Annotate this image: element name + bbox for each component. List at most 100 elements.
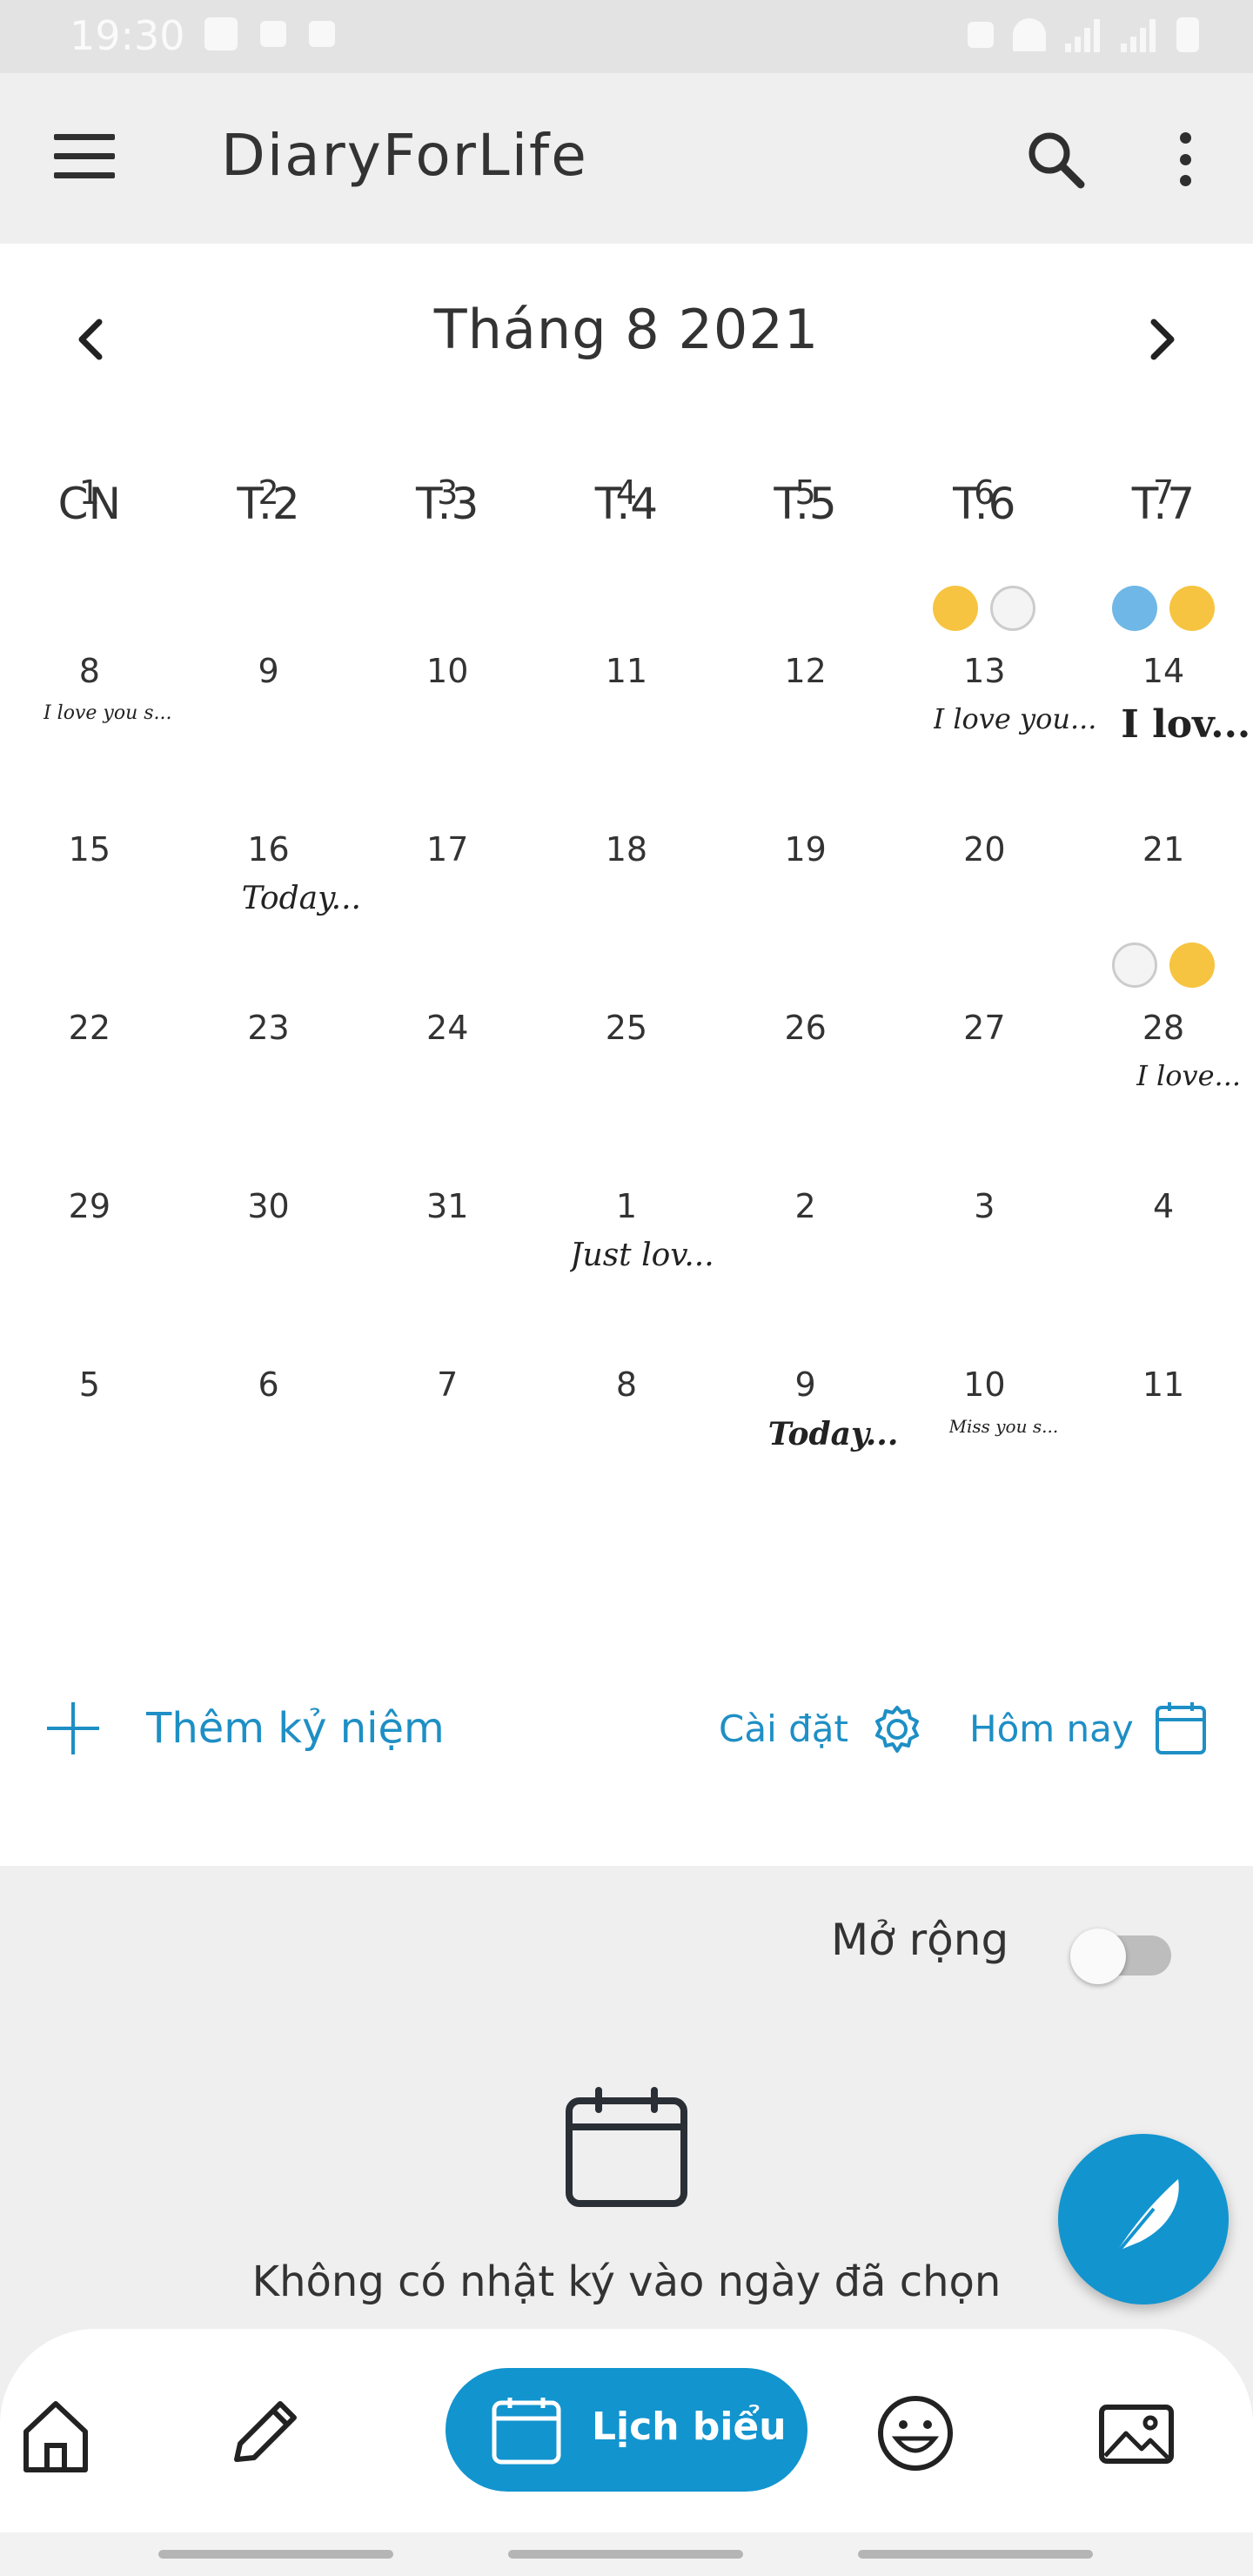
day-cell[interactable]: 1 xyxy=(0,435,179,614)
feather-icon xyxy=(1109,2179,1179,2263)
gallery-icon[interactable] xyxy=(1093,2390,1180,2477)
gear-icon[interactable] xyxy=(870,1702,924,1756)
day-number: 5 xyxy=(794,473,816,512)
day-number: 11 xyxy=(605,652,648,690)
day-cell[interactable]: 9 xyxy=(179,614,358,792)
day-cell[interactable]: 11 xyxy=(537,614,716,792)
gesture-handle[interactable] xyxy=(158,2550,393,2559)
more-options-icon[interactable] xyxy=(1168,129,1203,190)
day-cell[interactable]: 9 Today... xyxy=(716,1327,899,1506)
app-bar: DiaryForLife xyxy=(0,73,1253,244)
calendar-today-icon[interactable] xyxy=(1154,1699,1208,1756)
day-cell[interactable]: 4 xyxy=(1074,1149,1253,1327)
day-number: 29 xyxy=(68,1187,111,1225)
day-cell[interactable]: 3 xyxy=(895,1149,1075,1327)
calendar-actions: Thêm kỷ niệm Cài đặt Hôm nay xyxy=(0,1685,1253,1772)
write-diary-button[interactable] xyxy=(1058,2134,1229,2304)
day-cell[interactable]: 14 I lov... xyxy=(1074,586,1253,792)
app-notification-icon xyxy=(309,21,335,47)
expand-toggle[interactable] xyxy=(1070,1918,1171,1984)
day-cell[interactable]: 6 xyxy=(179,1327,358,1506)
day-cell[interactable]: 12 xyxy=(716,614,895,792)
day-cell[interactable]: 20 xyxy=(895,792,1075,970)
day-cell[interactable]: 3 xyxy=(358,435,537,614)
day-cell[interactable]: 17 xyxy=(358,792,537,970)
calendar-tab-label: Lịch biểu xyxy=(592,2405,787,2449)
day-number: 4 xyxy=(1152,1187,1175,1225)
day-cell[interactable]: 23 xyxy=(179,970,358,1149)
day-cell[interactable]: 18 xyxy=(537,792,716,970)
day-cell[interactable]: 26 xyxy=(716,970,895,1149)
day-number: 2 xyxy=(794,1187,816,1225)
day-cell[interactable]: 29 xyxy=(0,1149,179,1327)
status-time: 19:30 xyxy=(70,12,185,59)
day-cell[interactable]: 2 xyxy=(179,435,358,614)
day-cell[interactable]: 8 xyxy=(537,1327,716,1506)
search-icon[interactable] xyxy=(1025,129,1086,190)
settings-button[interactable]: Cài đặt xyxy=(719,1707,848,1750)
day-number: 16 xyxy=(247,830,290,869)
diary-note-preview: I love... xyxy=(1136,1059,1242,1092)
day-cell[interactable]: 31 xyxy=(358,1149,537,1327)
day-number: 22 xyxy=(68,1009,111,1047)
day-cell[interactable]: 22 xyxy=(0,970,179,1149)
day-cell[interactable]: 16 Today... xyxy=(179,792,361,970)
pencil-icon[interactable] xyxy=(219,2390,306,2477)
home-icon[interactable] xyxy=(12,2390,99,2477)
day-cell[interactable]: 11 xyxy=(1074,1327,1253,1506)
day-cell[interactable]: 5 xyxy=(716,435,895,614)
day-number: 2 xyxy=(258,473,279,512)
calendar-tab[interactable]: Lịch biểu xyxy=(446,2368,807,2492)
status-left-icons xyxy=(204,17,335,50)
emoji-icon[interactable] xyxy=(872,2390,959,2477)
gesture-handle[interactable] xyxy=(508,2550,743,2559)
day-cell[interactable]: 1 Just lov... xyxy=(537,1149,716,1327)
calendar-card: Tháng 8 2021 CN T.2 T.3 T.4 T.5 T.6 T.7 … xyxy=(0,244,1253,1866)
day-number: 14 xyxy=(1142,652,1185,690)
day-cell[interactable]: 8 I love you s... xyxy=(0,614,179,792)
day-cell[interactable]: 2 xyxy=(716,1149,895,1327)
day-cell[interactable]: 5 xyxy=(0,1327,179,1506)
day-number: 26 xyxy=(784,1009,827,1047)
month-title: Tháng 8 2021 xyxy=(433,298,820,361)
add-memory-button[interactable]: Thêm kỷ niệm xyxy=(146,1704,445,1753)
day-number: 18 xyxy=(605,830,648,869)
day-number: 12 xyxy=(784,652,827,690)
day-number: 4 xyxy=(615,473,638,512)
day-cell[interactable]: 24 xyxy=(358,970,537,1149)
day-number: 10 xyxy=(963,1365,1006,1404)
day-cell[interactable]: 28 I love... xyxy=(1074,943,1253,1149)
next-month-button[interactable] xyxy=(1140,313,1183,366)
day-number: 19 xyxy=(784,830,827,869)
day-number: 6 xyxy=(258,1365,279,1404)
day-cell[interactable]: 15 xyxy=(0,792,179,970)
day-number: 20 xyxy=(963,830,1006,869)
day-number: 3 xyxy=(437,473,459,512)
day-cell[interactable]: 13 I love you... xyxy=(895,586,1096,792)
heart-eyes-icon xyxy=(1169,586,1216,631)
day-cell[interactable]: 10 xyxy=(358,614,537,792)
ghost-icon xyxy=(990,586,1036,631)
chevron-right-icon xyxy=(1150,319,1175,360)
plus-icon[interactable] xyxy=(47,1702,99,1754)
day-cell[interactable]: 30 xyxy=(179,1149,358,1327)
day-cell[interactable]: 27 xyxy=(895,970,1075,1149)
menu-icon[interactable] xyxy=(54,134,115,179)
day-emoji-row xyxy=(895,586,1075,631)
day-cell[interactable]: 7 xyxy=(358,1327,537,1506)
day-number: 27 xyxy=(963,1009,1006,1047)
day-cell[interactable]: 25 xyxy=(537,970,716,1149)
expand-label: Mở rộng xyxy=(831,1915,1009,1965)
gesture-handle[interactable] xyxy=(858,2550,1093,2559)
day-number: 8 xyxy=(615,1365,638,1404)
day-cell[interactable]: 10 Miss you s... xyxy=(895,1327,1075,1506)
wifi-icon xyxy=(1013,18,1046,51)
day-number: 24 xyxy=(426,1009,469,1047)
today-button[interactable]: Hôm nay xyxy=(969,1707,1134,1750)
signal-1-icon xyxy=(1065,17,1102,52)
sleeping-face-icon xyxy=(1169,943,1216,988)
day-cell[interactable]: 4 xyxy=(537,435,716,614)
signal-2-icon xyxy=(1121,17,1157,52)
expand-row: Mở rộng xyxy=(0,1897,1253,1993)
day-cell[interactable]: 19 xyxy=(716,792,895,970)
